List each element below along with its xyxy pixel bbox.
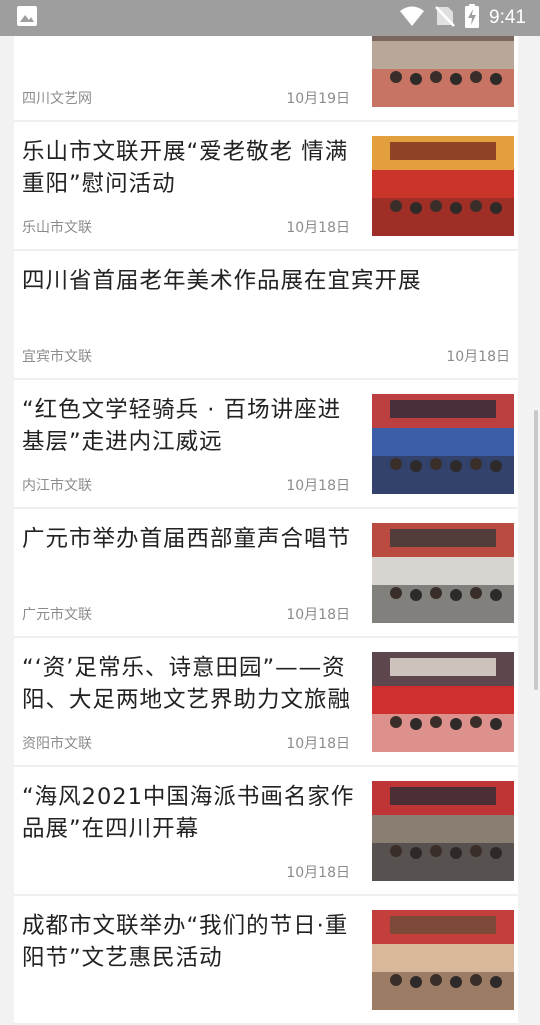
article-date: 10月18日 xyxy=(286,220,350,236)
article-source: 四川文艺网 xyxy=(22,91,92,107)
scrollbar[interactable] xyxy=(534,410,538,690)
clock: 9:41 xyxy=(489,7,526,28)
article-thumbnail[interactable] xyxy=(372,781,514,881)
thumbnail-image xyxy=(372,781,514,881)
article-source: 广元市文联 xyxy=(22,607,92,623)
article-date: 10月18日 xyxy=(446,349,510,365)
article-thumbnail[interactable] xyxy=(372,523,514,623)
article-source: 宜宾市文联 xyxy=(22,349,92,365)
article-date: 10月19日 xyxy=(286,91,350,107)
thumbnail-image xyxy=(372,910,514,1010)
article-source: 内江市文联 xyxy=(22,478,92,494)
article-thumbnail[interactable] xyxy=(372,136,514,236)
article-title[interactable]: “‘资’足常乐、诗意田园”——资阳、大足两地文艺界助力文旅融 xyxy=(22,652,356,716)
article-card[interactable]: 成都市文联举办“我们的节日·重阳节”文艺惠民活动 xyxy=(14,896,518,1025)
battery-charging-icon xyxy=(465,4,480,32)
article-card[interactable]: “海风2021中国海派书画名家作品展”在四川开幕 10月18日 xyxy=(14,767,518,896)
image-icon xyxy=(16,5,38,31)
article-thumbnail[interactable] xyxy=(372,652,514,752)
article-title[interactable]: 广元市举办首届西部童声合唱节 xyxy=(22,523,356,555)
no-sim-icon xyxy=(435,5,455,31)
article-title[interactable]: 成都市文联举办“我们的节日·重阳节”文艺惠民活动 xyxy=(22,910,356,974)
article-card[interactable]: “红色文学轻骑兵 · 百场讲座进基层”走进内江威远内江市文联 10月18日 xyxy=(14,380,518,509)
article-date: 10月18日 xyxy=(286,478,350,494)
thumbnail-image xyxy=(372,652,514,752)
article-title[interactable]: “海风2021中国海派书画名家作品展”在四川开幕 xyxy=(22,781,356,845)
article-card[interactable]: “‘资’足常乐、诗意田园”——资阳、大足两地文艺界助力文旅融资阳市文联 10月18… xyxy=(14,638,518,767)
thumbnail-image xyxy=(372,523,514,623)
news-feed[interactable]: 红色记忆》《巴蜀新天-四川解放四川文艺网10月19日乐山市文联开展“爱老敬老 情… xyxy=(14,0,518,1025)
article-title[interactable]: “红色文学轻骑兵 · 百场讲座进基层”走进内江威远 xyxy=(22,394,356,458)
article-card[interactable]: 乐山市文联开展“爱老敬老 情满重阳”慰问活动乐山市文联 10月18日 xyxy=(14,122,518,251)
article-date: 10月18日 xyxy=(286,865,350,881)
article-date: 10月18日 xyxy=(286,736,350,752)
article-date: 10月18日 xyxy=(286,607,350,623)
article-card[interactable]: 广元市举办首届西部童声合唱节广元市文联 10月18日 xyxy=(14,509,518,638)
article-title[interactable]: 乐山市文联开展“爱老敬老 情满重阳”慰问活动 xyxy=(22,136,356,200)
thumbnail-image xyxy=(372,394,514,494)
article-thumbnail[interactable] xyxy=(372,910,514,1010)
status-bar: 9:41 xyxy=(0,0,540,36)
article-title[interactable]: 四川省首届老年美术作品展在宜宾开展 xyxy=(22,265,512,297)
wifi-icon xyxy=(399,5,425,31)
article-card[interactable]: 四川省首届老年美术作品展在宜宾开展宜宾市文联 10月18日 xyxy=(14,251,518,380)
article-source: 乐山市文联 xyxy=(22,220,92,236)
thumbnail-image xyxy=(372,136,514,236)
article-source: 资阳市文联 xyxy=(22,736,92,752)
article-thumbnail[interactable] xyxy=(372,394,514,494)
